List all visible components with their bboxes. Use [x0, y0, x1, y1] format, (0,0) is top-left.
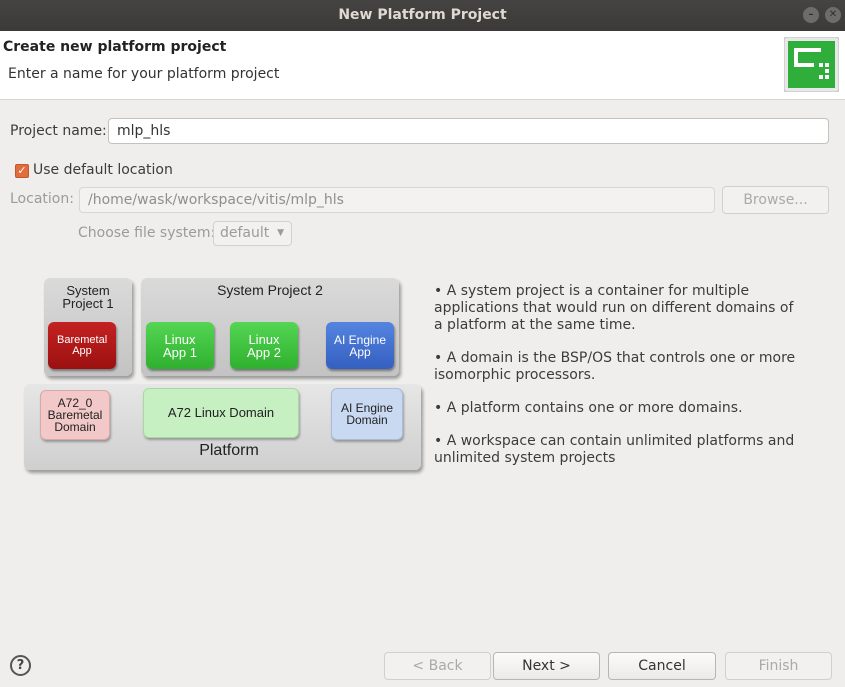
use-default-location-label[interactable]: Use default location: [33, 162, 173, 178]
linux-domain-block: A72 Linux Domain: [143, 388, 299, 438]
minimize-icon[interactable]: –: [803, 7, 819, 23]
ai-engine-app-block: AI Engine App: [326, 322, 394, 369]
ai-engine-app-label: AI Engine App: [333, 332, 387, 359]
wizard-header: Create new platform project Enter a name…: [0, 31, 845, 100]
page-title: Create new platform project: [3, 39, 227, 55]
baremetal-domain-label: A72_0 Baremetal Domain: [47, 396, 103, 434]
location-input[interactable]: /home/wask/workspace/vitis/mlp_hls: [79, 187, 715, 213]
platform-label: Platform: [199, 442, 259, 459]
location-label: Location:: [10, 191, 74, 207]
filesystem-select[interactable]: default ▼: [213, 221, 292, 246]
next-button[interactable]: Next >: [493, 652, 600, 680]
project-name-input[interactable]: mlp_hls: [108, 118, 829, 144]
window-title: New Platform Project: [338, 7, 507, 23]
filesystem-label: Choose file system:: [78, 225, 216, 241]
platform-wizard-icon: [784, 37, 839, 92]
cancel-button[interactable]: Cancel: [608, 652, 716, 680]
linux-app-1-block: Linux App 1: [146, 322, 214, 369]
linux-domain-label: A72 Linux Domain: [167, 405, 275, 420]
linux-app-2-block: Linux App 2: [230, 322, 298, 369]
close-icon[interactable]: ✕: [825, 7, 841, 23]
system-project-1-label: System Project 1: [62, 283, 114, 311]
platform-diagram: System Project 1 System Project 2 Platfo…: [22, 274, 426, 474]
info-domain: • A domain is the BSP/OS that controls o…: [434, 350, 796, 383]
info-panel: • A system project is a container for mu…: [434, 283, 804, 483]
chevron-down-icon: ▼: [277, 228, 284, 238]
use-default-location-checkbox[interactable]: ✓: [15, 164, 29, 178]
info-system-project: • A system project is a container for mu…: [434, 283, 794, 333]
ai-engine-domain-block: AI Engine Domain: [331, 388, 403, 440]
back-button[interactable]: < Back: [384, 652, 491, 680]
info-workspace: • A workspace can contain unlimited plat…: [434, 433, 795, 466]
window-titlebar: New Platform Project – ✕: [0, 0, 845, 31]
filesystem-value: default: [220, 225, 270, 241]
baremetal-app-label: Baremetal App: [57, 333, 108, 357]
ai-engine-domain-label: AI Engine Domain: [340, 401, 394, 427]
linux-app-1-label: Linux App 1: [163, 331, 197, 360]
browse-button[interactable]: Browse...: [722, 186, 829, 214]
help-icon[interactable]: ?: [10, 655, 31, 676]
system-project-2-label: System Project 2: [217, 282, 323, 298]
info-platform: • A platform contains one or more domain…: [434, 400, 743, 416]
baremetal-domain-block: A72_0 Baremetal Domain: [40, 390, 110, 440]
linux-app-2-label: Linux App 2: [247, 331, 281, 360]
baremetal-app-block: Baremetal App: [48, 322, 116, 369]
project-name-label: Project name:: [10, 123, 107, 139]
finish-button[interactable]: Finish: [725, 652, 832, 680]
page-subtitle: Enter a name for your platform project: [8, 66, 280, 82]
